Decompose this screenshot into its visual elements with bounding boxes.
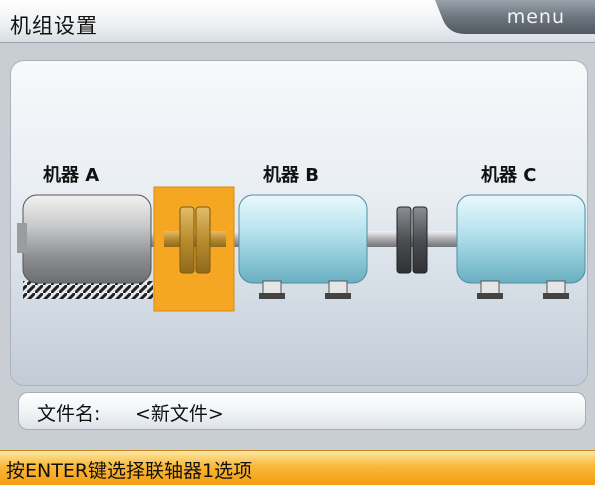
- status-bar: 按ENTER键选择联轴器1选项: [0, 450, 595, 485]
- file-name-field[interactable]: 文件名: <新文件>: [18, 392, 586, 430]
- machine-c[interactable]: [456, 194, 586, 299]
- machine-a-base: [23, 281, 153, 299]
- machine-train-diagram: [17, 186, 586, 312]
- machine-b[interactable]: [238, 194, 368, 299]
- status-message: 按ENTER键选择联轴器1选项: [6, 460, 253, 482]
- coupling-1[interactable]: [153, 186, 235, 312]
- title-bar: 机组设置 menu: [0, 0, 595, 43]
- machine-a[interactable]: [17, 194, 153, 299]
- machine-train-panel: 机器 A 机器 B 机器 C: [10, 60, 588, 386]
- menu-label: menu: [506, 6, 565, 28]
- menu-button[interactable]: menu: [435, 0, 595, 34]
- file-name-value: <新文件>: [135, 403, 224, 425]
- page-title: 机组设置: [10, 14, 98, 38]
- file-name-label: 文件名:: [37, 403, 101, 425]
